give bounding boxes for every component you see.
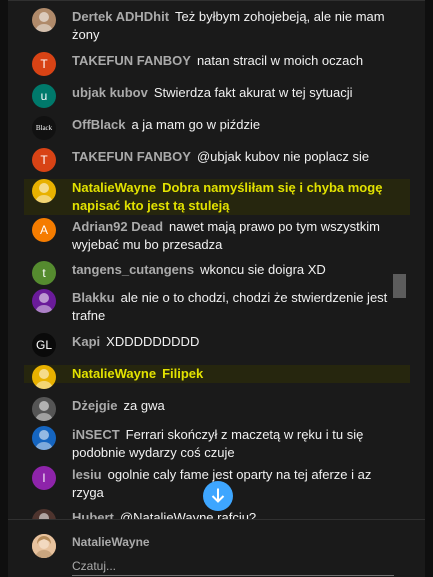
message-author[interactable]: NatalieWayne — [72, 366, 156, 381]
chat-message[interactable]: T TAKEFUN FANBOY @ubjak kubov nie poplacz … — [32, 148, 402, 172]
message-author[interactable]: Kapi — [72, 334, 100, 349]
chat-input[interactable] — [72, 557, 394, 576]
message-author[interactable]: Hubert — [72, 510, 114, 519]
letter-avatar-icon[interactable]: u — [32, 84, 56, 108]
message-body: NatalieWayne Filipek — [72, 365, 410, 383]
message-text: wkoncu sie doigra XD — [200, 262, 326, 277]
chat-feed[interactable]: Dertek ADHDhit Też byłbym zohojebeją, ale… — [8, 0, 425, 519]
message-author[interactable]: Dertek ADHDhit — [72, 9, 169, 24]
photo-avatar-icon[interactable] — [32, 397, 56, 421]
chat-message[interactable]: Dertek ADHDhit Też byłbym zohojebeją, ale… — [32, 8, 402, 44]
arrow-down-icon — [211, 488, 225, 503]
scroll-to-bottom-button[interactable] — [203, 481, 233, 511]
message-body: NatalieWayne Dobra namyśliłam się i chyba… — [72, 179, 410, 215]
live-chat-panel: Dertek ADHDhit Też byłbym zohojebeją, ale… — [8, 0, 425, 577]
message-body: Dertek ADHDhit Też byłbym zohojebeją, ale… — [72, 8, 402, 44]
photo-avatar-icon[interactable] — [32, 289, 56, 313]
logo-avatar-icon[interactable]: Black — [32, 116, 56, 140]
message-text: @NatalieWayne rafciu? — [119, 510, 257, 519]
composer-author: NatalieWayne — [72, 535, 150, 549]
letter-avatar-icon[interactable]: T — [32, 52, 56, 76]
message-body: ubjak kubov Stwierdza fakt akurat w tej s… — [72, 84, 402, 102]
logo-avatar-icon[interactable]: GL — [32, 333, 56, 357]
chat-message[interactable]: Black OffBlack a ja mam go w piździe — [32, 116, 402, 140]
photo-avatar-icon[interactable] — [32, 509, 56, 519]
message-body: OffBlack a ja mam go w piździe — [72, 116, 402, 134]
message-body: Kapi XDDDDDDDDD — [72, 333, 402, 351]
chat-message[interactable]: T TAKEFUN FANBOY natan stracil w moich ocz… — [32, 52, 402, 76]
chat-message[interactable]: A Adrian92 Dead nawet mają prawo po tym ws… — [32, 218, 402, 254]
message-author[interactable]: Dżejgie — [72, 398, 118, 413]
chat-message[interactable]: Blakku ale nie o to chodzi, chodzi że stw… — [32, 289, 402, 325]
message-body: TAKEFUN FANBOY natan stracil w moich ocza… — [72, 52, 402, 70]
message-text: ale nie o to chodzi, chodzi że stwierdze… — [72, 290, 388, 323]
photo-avatar-icon[interactable] — [32, 8, 56, 32]
chat-message-highlighted[interactable]: NatalieWayne Filipek — [24, 365, 410, 389]
message-body: Adrian92 Dead nawet mają prawo po tym wsz… — [72, 218, 402, 254]
message-text: Stwierdza fakt akurat w tej sytuacji — [153, 85, 353, 100]
message-body: iNSECT Ferrari skończył z maczetą w ręku … — [72, 426, 402, 462]
message-author[interactable]: OffBlack — [72, 117, 125, 132]
message-body: lesiu ogolnie caly fame jest oparty na te… — [72, 466, 402, 502]
chat-message[interactable]: t tangens_cutangens wkoncu sie doigra XD — [32, 261, 402, 285]
letter-avatar-icon[interactable]: T — [32, 148, 56, 172]
message-text: natan stracil w moich oczach — [196, 53, 364, 68]
message-body: Dżejgie za gwa — [72, 397, 402, 415]
message-author[interactable]: Blakku — [72, 290, 115, 305]
message-text: za gwa — [123, 398, 165, 413]
letter-avatar-icon[interactable]: t — [32, 261, 56, 285]
message-author[interactable]: Adrian92 Dead — [72, 219, 163, 234]
message-author[interactable]: ubjak kubov — [72, 85, 148, 100]
message-body: Hubert @NatalieWayne rafciu? — [72, 509, 402, 519]
message-text: a ja mam go w piździe — [131, 117, 261, 132]
message-text: Filipek — [162, 366, 204, 381]
message-author[interactable]: iNSECT — [72, 427, 120, 442]
message-text: @ubjak kubov nie poplacz sie — [196, 149, 370, 164]
message-author[interactable]: TAKEFUN FANBOY — [72, 53, 191, 68]
message-text: XDDDDDDDDD — [106, 334, 200, 349]
photo-avatar-icon[interactable] — [32, 179, 56, 203]
chat-message[interactable]: GL Kapi XDDDDDDDDD — [32, 333, 402, 357]
message-author[interactable]: lesiu — [72, 467, 102, 482]
composer-avatar — [32, 534, 56, 558]
message-author[interactable]: tangens_cutangens — [72, 262, 194, 277]
letter-avatar-icon[interactable]: l — [32, 466, 56, 490]
chat-message[interactable]: iNSECT Ferrari skończył z maczetą w ręku … — [32, 426, 402, 462]
message-author[interactable]: NatalieWayne — [72, 180, 156, 195]
message-body: TAKEFUN FANBOY @ubjak kubov nie poplacz s… — [72, 148, 402, 166]
composer-divider — [8, 519, 425, 520]
message-body: Blakku ale nie o to chodzi, chodzi że stw… — [72, 289, 402, 325]
chat-message[interactable]: u ubjak kubov Stwierdza fakt akurat w tej … — [32, 84, 402, 108]
chat-message[interactable]: Dżejgie za gwa — [32, 397, 402, 421]
photo-avatar-icon[interactable] — [32, 365, 56, 389]
message-author[interactable]: TAKEFUN FANBOY — [72, 149, 191, 164]
chat-message-highlighted[interactable]: NatalieWayne Dobra namyśliłam się i chyba… — [24, 179, 410, 215]
chat-scrollbar[interactable] — [393, 274, 406, 298]
message-body: tangens_cutangens wkoncu sie doigra XD — [72, 261, 402, 279]
letter-avatar-icon[interactable]: A — [32, 218, 56, 242]
photo-avatar-icon[interactable] — [32, 426, 56, 450]
photo-avatar-icon — [32, 534, 56, 558]
